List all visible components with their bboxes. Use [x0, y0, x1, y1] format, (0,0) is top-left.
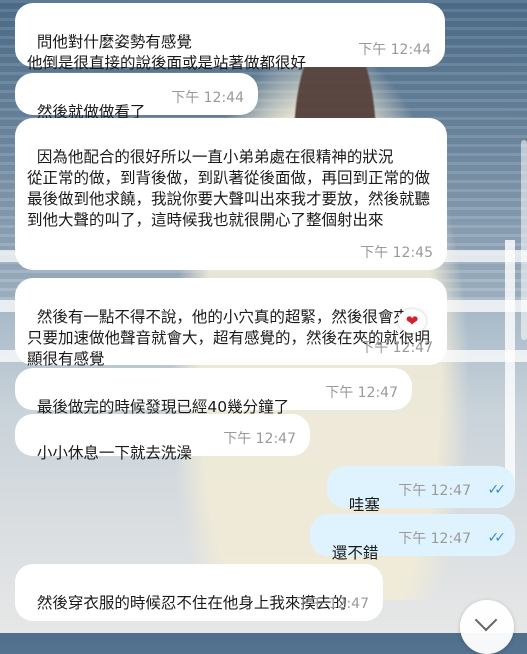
message-time: 下午 12:47 [325, 385, 398, 401]
message-bubble-incoming[interactable]: 小小休息一下就去洗澡 下午 12:47 [15, 414, 310, 462]
message-bubble-incoming[interactable]: 然後穿衣服的時候忍不住在他身上我來摸去的 下午 12:47 [15, 564, 383, 621]
message-time: 下午 12:47 [360, 340, 433, 356]
read-check-icon: ✓✓ [487, 530, 507, 546]
message-text: 還不錯 [331, 544, 379, 562]
message-text: 問他對什麼姿勢有感覺 他倒是很直接的說後面或是站著做都很好 [27, 33, 307, 72]
message-bubble-incoming[interactable]: 然後就做做看了 下午 12:44 [15, 73, 258, 121]
message-bubble-outgoing[interactable]: 哇塞 下午 12:47 ✓✓ [327, 466, 515, 514]
message-time: 下午 12:45 [360, 245, 433, 261]
message-bubble-incoming[interactable]: 問他對什麼姿勢有感覺 他倒是很直接的說後面或是站著做都很好 下午 12:44 [15, 3, 445, 72]
message-bubble-incoming[interactable]: 最後做完的時候發現已經40幾分鐘了 下午 12:47 [15, 368, 412, 416]
message-time: 下午 12:44 [171, 90, 244, 106]
message-bubble-outgoing[interactable]: 還不錯 下午 12:47 ✓✓ [310, 514, 515, 562]
message-bubble-incoming[interactable]: 然後有一點不得不說，他的小穴真的超緊，然後很會夾，只要加速做他聲音就會大，超有感… [15, 278, 447, 368]
scrollbar[interactable] [521, 140, 527, 340]
chevron-down-icon [474, 608, 498, 632]
wallpaper-post [505, 240, 515, 490]
scroll-to-bottom-button[interactable] [460, 600, 514, 654]
message-time: 下午 12:47 [296, 596, 369, 612]
heart-icon[interactable]: ❤ [398, 309, 426, 333]
message-time: 下午 12:47 [398, 531, 471, 547]
message-bubble-incoming[interactable]: 因為他配合的很好所以一直小弟弟處在很精神的狀況 從正常的做，到背後做，到趴著從後… [15, 118, 447, 270]
message-time: 下午 12:47 [398, 483, 471, 499]
message-text: 因為他配合的很好所以一直小弟弟處在很精神的狀況 從正常的做，到背後做，到趴著從後… [27, 148, 431, 229]
message-text: 小小休息一下就去洗澡 [36, 444, 192, 462]
read-check-icon: ✓✓ [487, 482, 507, 498]
message-text: 哇塞 [348, 496, 380, 514]
message-time: 下午 12:47 [223, 431, 296, 447]
message-time: 下午 12:44 [358, 42, 431, 58]
